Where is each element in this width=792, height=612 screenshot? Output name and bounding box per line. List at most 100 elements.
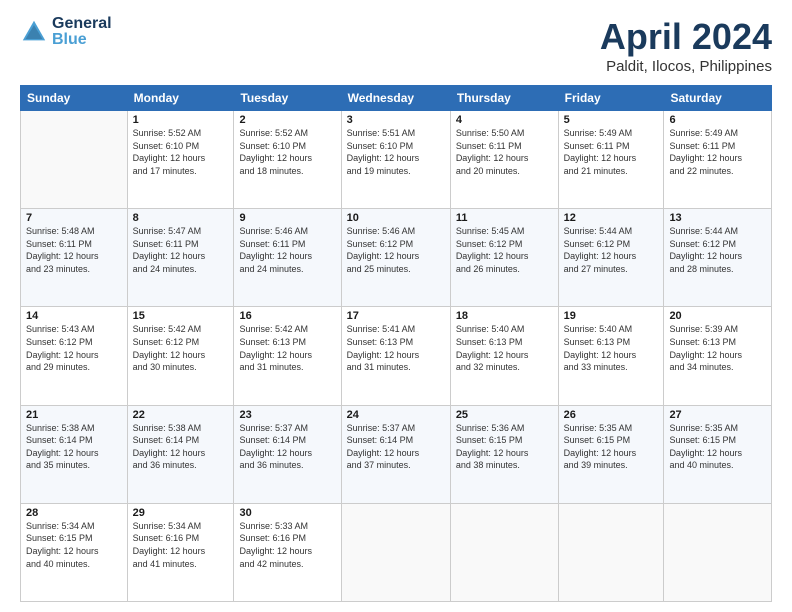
- day-info: Sunrise: 5:44 AM Sunset: 6:12 PM Dayligh…: [564, 225, 659, 275]
- day-number: 27: [669, 409, 766, 421]
- day-info: Sunrise: 5:52 AM Sunset: 6:10 PM Dayligh…: [133, 127, 229, 177]
- day-info: Sunrise: 5:42 AM Sunset: 6:12 PM Dayligh…: [133, 323, 229, 373]
- day-number: 25: [456, 409, 553, 421]
- day-number: 4: [456, 114, 553, 126]
- table-row: 2Sunrise: 5:52 AM Sunset: 6:10 PM Daylig…: [234, 111, 341, 209]
- logo-icon: [20, 18, 48, 46]
- day-info: Sunrise: 5:44 AM Sunset: 6:12 PM Dayligh…: [669, 225, 766, 275]
- page: General Blue April 2024 Paldit, Ilocos, …: [0, 0, 792, 612]
- day-number: 11: [456, 212, 553, 224]
- table-row: 19Sunrise: 5:40 AM Sunset: 6:13 PM Dayli…: [558, 307, 664, 405]
- table-row: 4Sunrise: 5:50 AM Sunset: 6:11 PM Daylig…: [450, 111, 558, 209]
- day-info: Sunrise: 5:52 AM Sunset: 6:10 PM Dayligh…: [239, 127, 335, 177]
- col-sunday: Sunday: [21, 86, 128, 111]
- day-info: Sunrise: 5:38 AM Sunset: 6:14 PM Dayligh…: [26, 422, 122, 472]
- day-info: Sunrise: 5:42 AM Sunset: 6:13 PM Dayligh…: [239, 323, 335, 373]
- table-row: 11Sunrise: 5:45 AM Sunset: 6:12 PM Dayli…: [450, 209, 558, 307]
- table-row: 28Sunrise: 5:34 AM Sunset: 6:15 PM Dayli…: [21, 503, 128, 601]
- day-number: 19: [564, 310, 659, 322]
- table-row: 8Sunrise: 5:47 AM Sunset: 6:11 PM Daylig…: [127, 209, 234, 307]
- day-number: 17: [347, 310, 445, 322]
- table-row: 24Sunrise: 5:37 AM Sunset: 6:14 PM Dayli…: [341, 405, 450, 503]
- table-row: 29Sunrise: 5:34 AM Sunset: 6:16 PM Dayli…: [127, 503, 234, 601]
- day-info: Sunrise: 5:39 AM Sunset: 6:13 PM Dayligh…: [669, 323, 766, 373]
- day-info: Sunrise: 5:45 AM Sunset: 6:12 PM Dayligh…: [456, 225, 553, 275]
- day-number: 8: [133, 212, 229, 224]
- day-info: Sunrise: 5:37 AM Sunset: 6:14 PM Dayligh…: [347, 422, 445, 472]
- table-row: 14Sunrise: 5:43 AM Sunset: 6:12 PM Dayli…: [21, 307, 128, 405]
- table-row: 5Sunrise: 5:49 AM Sunset: 6:11 PM Daylig…: [558, 111, 664, 209]
- day-number: 28: [26, 507, 122, 519]
- table-row: 17Sunrise: 5:41 AM Sunset: 6:13 PM Dayli…: [341, 307, 450, 405]
- table-row: 30Sunrise: 5:33 AM Sunset: 6:16 PM Dayli…: [234, 503, 341, 601]
- day-number: 7: [26, 212, 122, 224]
- day-number: 23: [239, 409, 335, 421]
- col-wednesday: Wednesday: [341, 86, 450, 111]
- day-number: 16: [239, 310, 335, 322]
- table-row: 7Sunrise: 5:48 AM Sunset: 6:11 PM Daylig…: [21, 209, 128, 307]
- day-number: 10: [347, 212, 445, 224]
- day-number: 26: [564, 409, 659, 421]
- table-row: 27Sunrise: 5:35 AM Sunset: 6:15 PM Dayli…: [664, 405, 772, 503]
- calendar-header-row: Sunday Monday Tuesday Wednesday Thursday…: [21, 86, 772, 111]
- table-row: 15Sunrise: 5:42 AM Sunset: 6:12 PM Dayli…: [127, 307, 234, 405]
- day-info: Sunrise: 5:33 AM Sunset: 6:16 PM Dayligh…: [239, 520, 335, 570]
- day-number: 18: [456, 310, 553, 322]
- table-row: [450, 503, 558, 601]
- day-info: Sunrise: 5:49 AM Sunset: 6:11 PM Dayligh…: [564, 127, 659, 177]
- logo-general-text: General: [52, 16, 112, 32]
- table-row: [664, 503, 772, 601]
- logo-blue-text: Blue: [52, 32, 112, 48]
- day-number: 5: [564, 114, 659, 126]
- day-info: Sunrise: 5:34 AM Sunset: 6:16 PM Dayligh…: [133, 520, 229, 570]
- table-row: 12Sunrise: 5:44 AM Sunset: 6:12 PM Dayli…: [558, 209, 664, 307]
- day-info: Sunrise: 5:49 AM Sunset: 6:11 PM Dayligh…: [669, 127, 766, 177]
- day-info: Sunrise: 5:40 AM Sunset: 6:13 PM Dayligh…: [456, 323, 553, 373]
- day-number: 1: [133, 114, 229, 126]
- col-thursday: Thursday: [450, 86, 558, 111]
- table-row: 26Sunrise: 5:35 AM Sunset: 6:15 PM Dayli…: [558, 405, 664, 503]
- day-number: 20: [669, 310, 766, 322]
- table-row: 25Sunrise: 5:36 AM Sunset: 6:15 PM Dayli…: [450, 405, 558, 503]
- day-number: 12: [564, 212, 659, 224]
- calendar-week-row: 1Sunrise: 5:52 AM Sunset: 6:10 PM Daylig…: [21, 111, 772, 209]
- subtitle: Paldit, Ilocos, Philippines: [600, 58, 772, 75]
- day-info: Sunrise: 5:47 AM Sunset: 6:11 PM Dayligh…: [133, 225, 229, 275]
- table-row: 18Sunrise: 5:40 AM Sunset: 6:13 PM Dayli…: [450, 307, 558, 405]
- day-info: Sunrise: 5:43 AM Sunset: 6:12 PM Dayligh…: [26, 323, 122, 373]
- day-number: 24: [347, 409, 445, 421]
- main-title: April 2024: [600, 16, 772, 58]
- day-info: Sunrise: 5:37 AM Sunset: 6:14 PM Dayligh…: [239, 422, 335, 472]
- day-info: Sunrise: 5:46 AM Sunset: 6:11 PM Dayligh…: [239, 225, 335, 275]
- table-row: [558, 503, 664, 601]
- calendar-week-row: 14Sunrise: 5:43 AM Sunset: 6:12 PM Dayli…: [21, 307, 772, 405]
- day-info: Sunrise: 5:38 AM Sunset: 6:14 PM Dayligh…: [133, 422, 229, 472]
- title-section: April 2024 Paldit, Ilocos, Philippines: [600, 16, 772, 75]
- day-number: 14: [26, 310, 122, 322]
- table-row: 9Sunrise: 5:46 AM Sunset: 6:11 PM Daylig…: [234, 209, 341, 307]
- day-number: 30: [239, 507, 335, 519]
- day-number: 15: [133, 310, 229, 322]
- calendar-week-row: 21Sunrise: 5:38 AM Sunset: 6:14 PM Dayli…: [21, 405, 772, 503]
- header: General Blue April 2024 Paldit, Ilocos, …: [20, 16, 772, 75]
- day-info: Sunrise: 5:40 AM Sunset: 6:13 PM Dayligh…: [564, 323, 659, 373]
- day-info: Sunrise: 5:35 AM Sunset: 6:15 PM Dayligh…: [564, 422, 659, 472]
- day-info: Sunrise: 5:34 AM Sunset: 6:15 PM Dayligh…: [26, 520, 122, 570]
- day-number: 9: [239, 212, 335, 224]
- calendar-week-row: 7Sunrise: 5:48 AM Sunset: 6:11 PM Daylig…: [21, 209, 772, 307]
- day-number: 3: [347, 114, 445, 126]
- table-row: 16Sunrise: 5:42 AM Sunset: 6:13 PM Dayli…: [234, 307, 341, 405]
- day-info: Sunrise: 5:36 AM Sunset: 6:15 PM Dayligh…: [456, 422, 553, 472]
- day-number: 13: [669, 212, 766, 224]
- table-row: 13Sunrise: 5:44 AM Sunset: 6:12 PM Dayli…: [664, 209, 772, 307]
- day-number: 29: [133, 507, 229, 519]
- table-row: 3Sunrise: 5:51 AM Sunset: 6:10 PM Daylig…: [341, 111, 450, 209]
- day-number: 2: [239, 114, 335, 126]
- day-number: 22: [133, 409, 229, 421]
- col-tuesday: Tuesday: [234, 86, 341, 111]
- col-saturday: Saturday: [664, 86, 772, 111]
- table-row: 6Sunrise: 5:49 AM Sunset: 6:11 PM Daylig…: [664, 111, 772, 209]
- day-info: Sunrise: 5:35 AM Sunset: 6:15 PM Dayligh…: [669, 422, 766, 472]
- col-friday: Friday: [558, 86, 664, 111]
- table-row: 21Sunrise: 5:38 AM Sunset: 6:14 PM Dayli…: [21, 405, 128, 503]
